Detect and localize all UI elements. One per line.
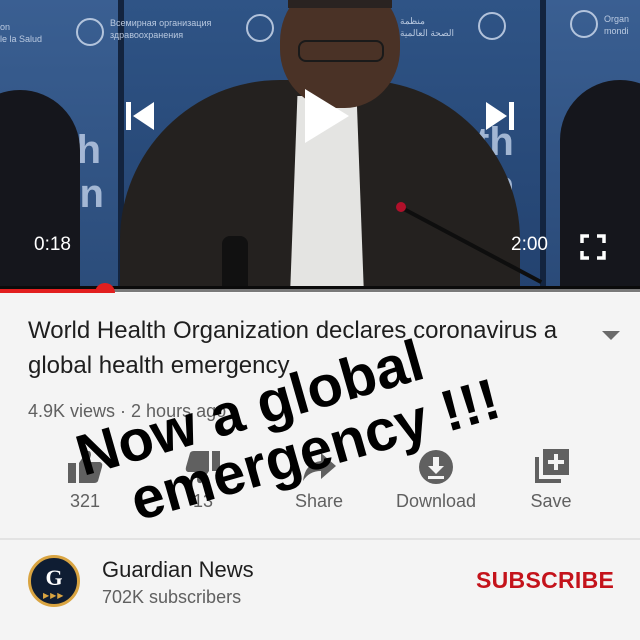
backdrop-text: Organ (604, 14, 630, 24)
add-to-playlist-icon (535, 449, 569, 483)
share-label: Share (294, 491, 344, 511)
action-bar: 321 13 Share Download Save (0, 443, 640, 523)
save-label: Save (530, 491, 572, 511)
video-title: World Health Organization declares coron… (28, 317, 558, 379)
total-time: 2:00 (511, 234, 548, 255)
backdrop-text: здравоохранения (110, 30, 184, 40)
like-button[interactable]: 321 (30, 443, 140, 523)
download-icon (419, 450, 453, 484)
save-button[interactable]: Save (496, 443, 606, 523)
dislike-count: 13 (192, 491, 214, 511)
fullscreen-icon[interactable] (578, 232, 608, 262)
download-button[interactable]: Download (381, 443, 491, 523)
backdrop-text: on (0, 22, 11, 32)
download-label: Download (395, 491, 477, 511)
person-silhouette (0, 90, 80, 292)
subscriber-count: 702K subscribers (102, 587, 242, 607)
like-count: 321 (69, 491, 101, 511)
thumbs-down-icon (185, 451, 220, 484)
who-emblem-icon (76, 18, 104, 46)
share-button[interactable]: Share (264, 443, 374, 523)
dislike-button[interactable]: 13 (148, 443, 258, 523)
video-meta: 4.9K views · 2 hours ago (28, 401, 227, 421)
chevron-down-icon[interactable] (602, 331, 620, 340)
speaker-glasses (298, 40, 384, 62)
backdrop-text: الصحة العالمية (400, 28, 454, 38)
who-emblem-icon (246, 14, 274, 42)
avatar-logo-arrows: ▶▶▶ (43, 591, 65, 600)
microphone-icon (222, 236, 248, 292)
subscribe-button[interactable]: SUBSCRIBE (476, 567, 614, 594)
channel-avatar[interactable]: G ▶▶▶ (28, 555, 80, 607)
video-info: World Health Organization declares coron… (0, 293, 640, 640)
channel-name[interactable]: Guardian News (102, 557, 254, 583)
current-time: 0:18 (34, 234, 71, 255)
who-emblem-icon (478, 12, 506, 40)
who-emblem-icon (570, 10, 598, 38)
divider (0, 538, 640, 540)
play-icon[interactable] (298, 86, 354, 146)
microphone-icon (396, 202, 406, 212)
avatar-logo-letter: G (45, 565, 63, 590)
next-icon[interactable] (480, 96, 520, 136)
share-icon (303, 453, 336, 481)
backdrop-text: mondi (604, 26, 629, 36)
speaker-hair (288, 0, 392, 8)
previous-icon[interactable] (120, 96, 160, 136)
backdrop-text: le la Salud (0, 34, 43, 44)
backdrop-text: منظمة (400, 16, 425, 26)
backdrop-text: Всемирная организация (110, 18, 212, 28)
thumbs-up-icon (68, 450, 103, 483)
video-player[interactable]: on le la Salud Всемирная организация здр… (0, 0, 640, 292)
